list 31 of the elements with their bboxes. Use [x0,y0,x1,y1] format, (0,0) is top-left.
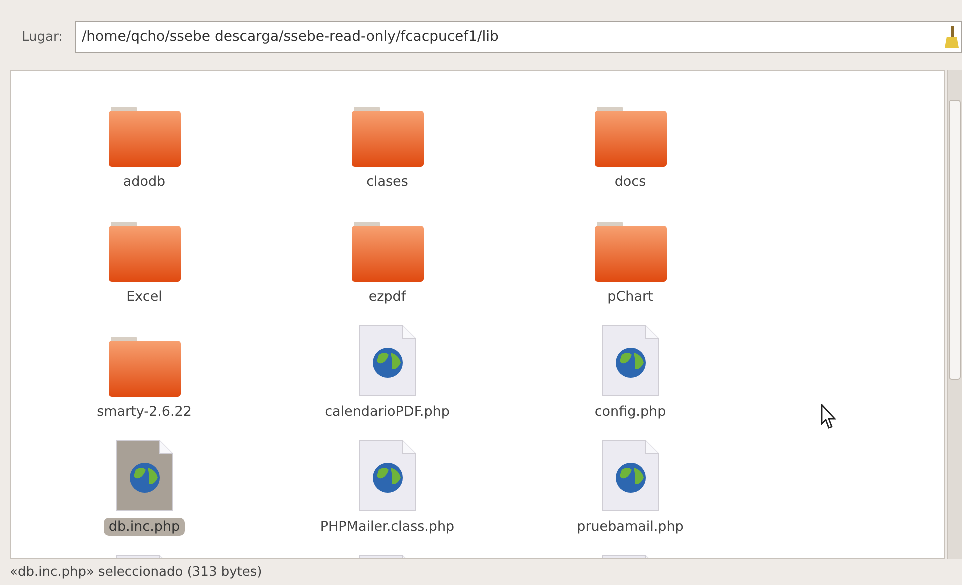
file-name[interactable]: pChart [602,288,658,306]
location-label: Lugar: [22,30,63,44]
php-file-icon[interactable] [602,325,660,397]
folder-icon[interactable] [594,222,666,282]
file-name[interactable]: smarty-2.6.22 [92,403,197,421]
file-name[interactable]: pruebamail.php [572,518,689,536]
php-file-icon[interactable] [358,325,416,397]
scrollbar-thumb[interactable] [949,100,962,380]
mouse-pointer-icon [821,404,837,430]
file-name[interactable]: docs [610,173,652,191]
status-text: «db.inc.php» seleccionado (313 bytes) [9,564,264,582]
file-name[interactable]: adodb [118,173,171,191]
folder-icon[interactable] [352,107,424,167]
broom-icon[interactable] [945,26,959,48]
folder-icon[interactable] [594,107,666,167]
file-name[interactable]: calendarioPDF.php [320,403,455,421]
file-name[interactable]: config.php [590,403,672,421]
location-field[interactable]: /home/qcho/ssebe descarga/ssebe-read-only/fcacpucef1/lib [74,21,962,53]
scrollbar[interactable] [947,70,962,559]
file-name[interactable]: ezpdf [364,288,412,306]
folder-icon[interactable] [108,222,180,282]
folder-icon[interactable] [108,107,180,167]
folder-icon[interactable] [108,337,180,397]
file-name[interactable]: Excel [122,288,168,306]
folder-icon[interactable] [352,222,424,282]
file-name[interactable]: db.inc.php [104,518,186,536]
php-file-icon[interactable] [602,440,660,512]
php-file-icon[interactable] [358,440,416,512]
php-file-icon[interactable] [116,440,174,512]
file-name[interactable]: PHPMailer.class.php [315,518,460,536]
file-name[interactable]: clases [362,173,414,191]
